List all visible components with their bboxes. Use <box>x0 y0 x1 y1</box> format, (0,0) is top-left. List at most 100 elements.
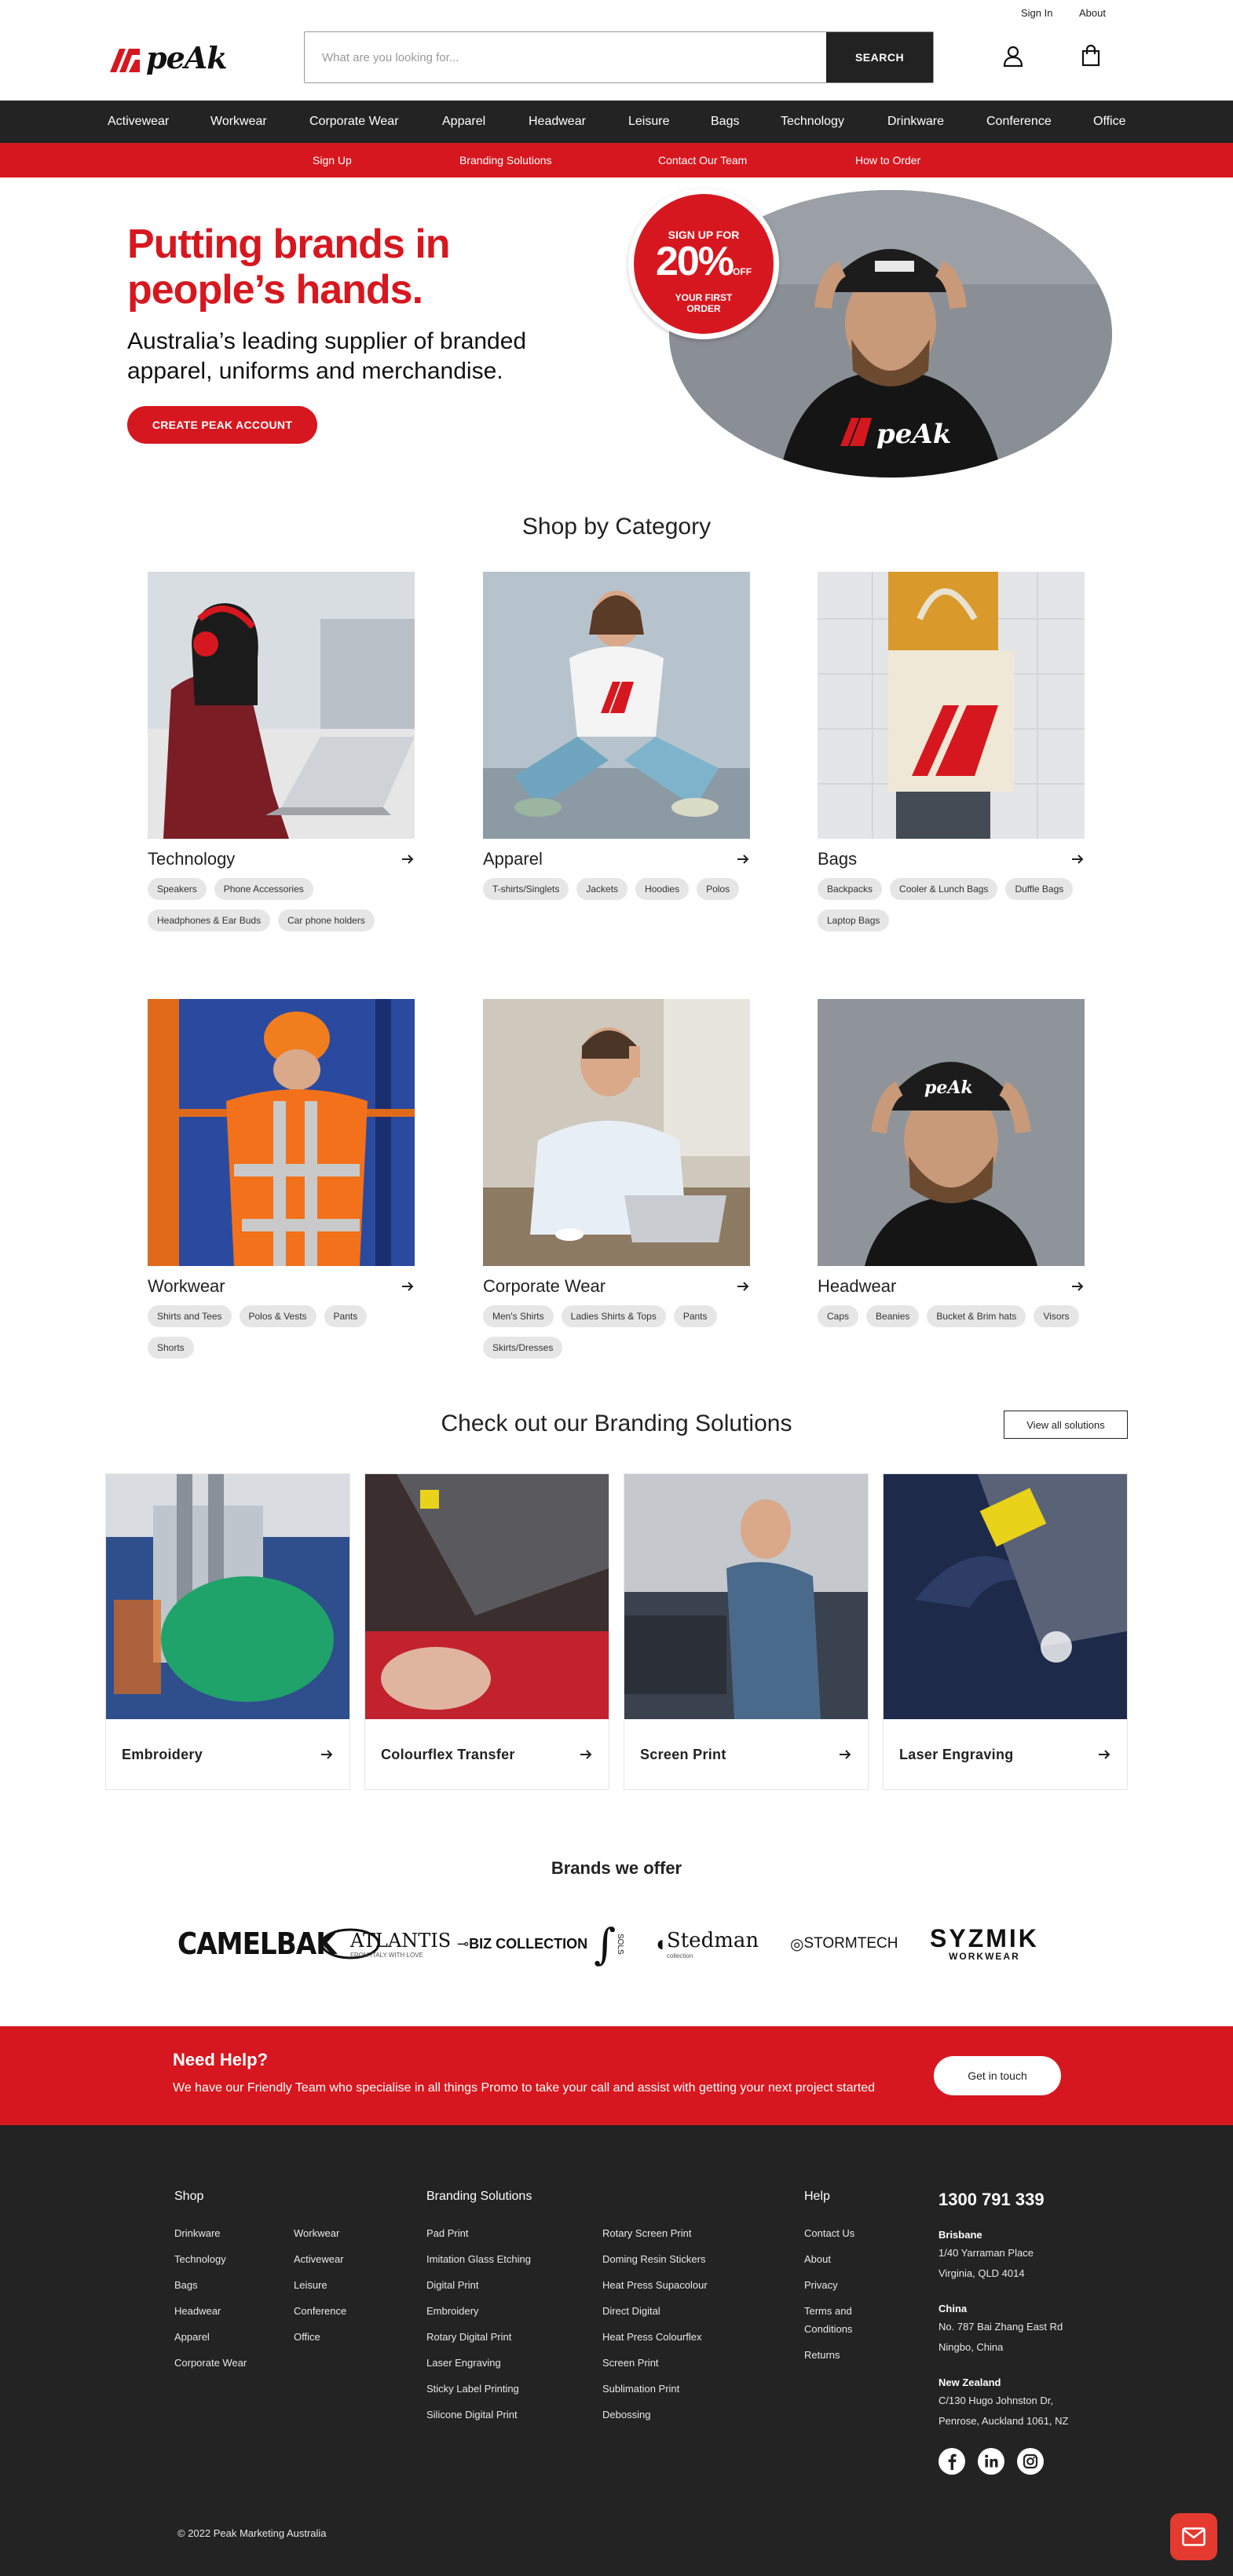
footer-link[interactable]: Technology <box>174 2253 226 2265</box>
category-image-technology[interactable] <box>148 572 415 839</box>
tag-laptop-bags[interactable]: Laptop Bags <box>818 909 890 931</box>
footer-link[interactable]: Embroidery <box>426 2305 478 2317</box>
footer-link[interactable]: Screen Print <box>602 2357 659 2369</box>
footer-link[interactable]: Bags <box>174 2279 198 2291</box>
brand-logo-biz-collection[interactable]: ⊸ BIZ COLLECTION <box>457 1916 587 1971</box>
solution-name-colourflex-transfer[interactable]: Colourflex Transfer <box>381 1747 515 1763</box>
footer-link[interactable]: Leisure <box>294 2279 327 2291</box>
arrow-right-icon[interactable] <box>736 1279 750 1293</box>
brand-logo-stormtech[interactable]: ◎ STORMTECH <box>790 1916 898 1971</box>
footer-link[interactable]: Direct Digital <box>602 2305 660 2317</box>
solution-image-embroidery[interactable] <box>106 1474 349 1719</box>
category-image-bags[interactable] <box>818 572 1085 839</box>
get-in-touch-button[interactable]: Get in touch <box>934 2056 1061 2095</box>
brand-logo-camelbak[interactable]: CAMELBAK <box>177 1916 337 1971</box>
tag-duffle-bags[interactable]: Duffle Bags <box>1005 878 1074 900</box>
solution-card-screen-print[interactable]: Screen Print <box>624 1473 869 1790</box>
user-account-icon[interactable] <box>1001 44 1025 68</box>
tag-pants[interactable]: Pants <box>673 1305 717 1327</box>
solution-card-colourflex-transfer[interactable]: Colourflex Transfer <box>364 1473 609 1790</box>
arrow-right-icon[interactable] <box>736 852 750 866</box>
footer-link[interactable]: Rotary Screen Print <box>602 2227 691 2239</box>
brand-logo-atlantis[interactable]: ATLANTIS FROM ITALY WITH LOVE <box>319 1916 451 1971</box>
view-all-solutions-button[interactable]: View all solutions <box>1004 1411 1128 1439</box>
footer-link-privacy[interactable]: Privacy <box>804 2279 838 2291</box>
footer-link[interactable]: Workwear <box>294 2227 339 2239</box>
footer-link[interactable]: Activewear <box>294 2253 344 2265</box>
solution-card-laser-engraving[interactable]: Laser Engraving <box>883 1473 1128 1790</box>
tag-pants[interactable]: Pants <box>324 1305 368 1327</box>
footer-link[interactable]: Sublimation Print <box>602 2383 679 2395</box>
sign-in-link[interactable]: Sign In <box>1021 7 1052 19</box>
linkedin-icon[interactable] <box>977 2447 1005 2475</box>
category-card-headwear[interactable]: peAk Headwear Caps Beanies Bucket & Brim… <box>818 999 1085 1327</box>
nav-item-headwear[interactable]: Headwear <box>529 115 586 129</box>
arrow-right-icon[interactable] <box>838 1747 852 1762</box>
nav-item-workwear[interactable]: Workwear <box>210 115 267 129</box>
footer-link[interactable]: Office <box>294 2331 320 2343</box>
nav-item-drinkware[interactable]: Drinkware <box>887 115 944 129</box>
footer-link[interactable]: Heat Press Supacolour <box>602 2279 708 2291</box>
search-button[interactable]: SEARCH <box>826 32 933 82</box>
nav-item-activewear[interactable]: Activewear <box>108 115 169 129</box>
footer-link[interactable]: Conference <box>294 2305 346 2317</box>
arrow-right-icon[interactable] <box>401 1279 415 1293</box>
category-name-workwear[interactable]: Workwear <box>148 1276 225 1297</box>
brand-logo-syzmik[interactable]: SYZMIK WORKWEAR <box>930 1916 1039 1971</box>
tag-polos[interactable]: Polos <box>697 878 740 900</box>
category-name-corporate-wear[interactable]: Corporate Wear <box>483 1276 606 1297</box>
footer-link[interactable]: Silicone Digital Print <box>426 2409 518 2420</box>
arrow-right-icon[interactable] <box>320 1747 334 1762</box>
category-name-headwear[interactable]: Headwear <box>818 1276 896 1297</box>
footer-link-returns[interactable]: Returns <box>804 2349 840 2361</box>
footer-link-contact[interactable]: Contact Us <box>804 2227 854 2239</box>
nav-item-leisure[interactable]: Leisure <box>628 115 669 129</box>
solution-name-screen-print[interactable]: Screen Print <box>640 1747 726 1763</box>
tag-polos-vests[interactable]: Polos & Vests <box>239 1305 316 1327</box>
tag-jackets[interactable]: Jackets <box>576 878 628 900</box>
subnav-how-to-order[interactable]: How to Order <box>855 154 920 166</box>
footer-link[interactable]: Imitation Glass Etching <box>426 2253 531 2265</box>
category-name-bags[interactable]: Bags <box>818 849 857 869</box>
footer-link-terms-line2[interactable]: Conditions <box>804 2323 852 2335</box>
category-name-technology[interactable]: Technology <box>148 849 235 869</box>
nav-item-technology[interactable]: Technology <box>781 115 844 129</box>
tag-hoodies[interactable]: Hoodies <box>635 878 690 900</box>
tag-speakers[interactable]: Speakers <box>148 878 207 900</box>
create-account-button[interactable]: CREATE PEAK ACCOUNT <box>127 406 317 444</box>
tag-mens-shirts[interactable]: Men's Shirts <box>483 1305 554 1327</box>
tag-bucket-brim-hats[interactable]: Bucket & Brim hats <box>927 1305 1026 1327</box>
nav-item-conference[interactable]: Conference <box>986 115 1052 129</box>
category-card-apparel[interactable]: Apparel T-shirts/Singlets Jackets Hoodie… <box>483 572 750 900</box>
category-image-apparel[interactable] <box>483 572 750 839</box>
footer-link[interactable]: Headwear <box>174 2305 221 2317</box>
tag-car-phone-holders[interactable]: Car phone holders <box>278 909 375 931</box>
facebook-icon[interactable] <box>938 2447 966 2475</box>
arrow-right-icon[interactable] <box>401 852 415 866</box>
subnav-sign-up[interactable]: Sign Up <box>313 154 352 166</box>
category-card-technology[interactable]: Technology Speakers Phone Accessories He… <box>148 572 415 931</box>
footer-link[interactable]: Sticky Label Printing <box>426 2383 519 2395</box>
arrow-right-icon[interactable] <box>1070 1279 1085 1293</box>
footer-link[interactable]: Doming Resin Stickers <box>602 2253 706 2265</box>
solution-name-embroidery[interactable]: Embroidery <box>122 1747 203 1763</box>
tag-backpacks[interactable]: Backpacks <box>818 878 883 900</box>
instagram-icon[interactable] <box>1016 2447 1045 2475</box>
footer-link-about[interactable]: About <box>804 2253 831 2265</box>
tag-shirts-and-tees[interactable]: Shirts and Tees <box>148 1305 232 1327</box>
category-image-corporate-wear[interactable] <box>483 999 750 1266</box>
tag-phone-accessories[interactable]: Phone Accessories <box>214 878 313 900</box>
tag-visors[interactable]: Visors <box>1034 1305 1079 1327</box>
tag-caps[interactable]: Caps <box>818 1305 859 1327</box>
solution-card-embroidery[interactable]: Embroidery <box>105 1473 350 1790</box>
tag-shorts[interactable]: Shorts <box>148 1337 194 1359</box>
nav-item-apparel[interactable]: Apparel <box>442 115 485 129</box>
footer-link-terms[interactable]: Terms and <box>804 2305 852 2317</box>
tag-tshirts-singlets[interactable]: T-shirts/Singlets <box>483 878 569 900</box>
nav-item-bags[interactable]: Bags <box>711 115 739 129</box>
category-image-workwear[interactable] <box>148 999 415 1266</box>
footer-link[interactable]: Pad Print <box>426 2227 468 2239</box>
about-link[interactable]: About <box>1079 7 1106 19</box>
arrow-right-icon[interactable] <box>1070 852 1085 866</box>
subnav-contact-our-team[interactable]: Contact Our Team <box>658 154 747 166</box>
